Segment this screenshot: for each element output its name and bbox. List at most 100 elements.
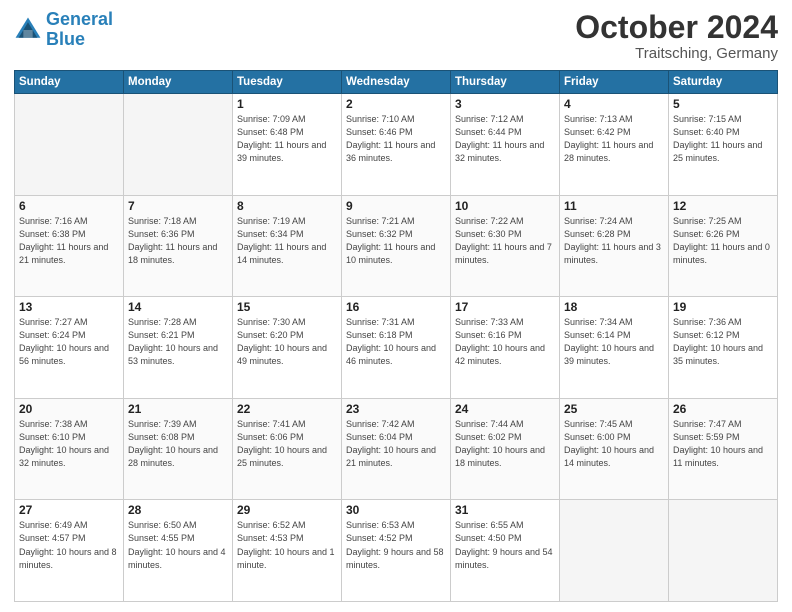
calendar-cell-w1-d4: 2 Sunrise: 7:10 AM Sunset: 6:46 PM Daylig… [342,94,451,196]
logo-blue: Blue [46,29,85,49]
day-info: Sunrise: 7:24 AM Sunset: 6:28 PM Dayligh… [564,215,664,267]
day-info: Sunrise: 7:18 AM Sunset: 6:36 PM Dayligh… [128,215,228,267]
day-info: Sunrise: 7:28 AM Sunset: 6:21 PM Dayligh… [128,316,228,368]
calendar-cell-w1-d5: 3 Sunrise: 7:12 AM Sunset: 6:44 PM Daylig… [451,94,560,196]
calendar-cell-w3-d1: 13 Sunrise: 7:27 AM Sunset: 6:24 PM Dayli… [15,297,124,399]
day-number: 6 [19,199,119,213]
col-friday: Friday [560,71,669,94]
day-info: Sunrise: 6:55 AM Sunset: 4:50 PM Dayligh… [455,519,555,571]
calendar-week-5: 27 Sunrise: 6:49 AM Sunset: 4:57 PM Dayli… [15,500,778,602]
day-info: Sunrise: 6:49 AM Sunset: 4:57 PM Dayligh… [19,519,119,571]
day-number: 23 [346,402,446,416]
day-number: 16 [346,300,446,314]
calendar-table: Sunday Monday Tuesday Wednesday Thursday… [14,70,778,602]
calendar-cell-w5-d7 [669,500,778,602]
day-info: Sunrise: 7:21 AM Sunset: 6:32 PM Dayligh… [346,215,446,267]
day-info: Sunrise: 7:30 AM Sunset: 6:20 PM Dayligh… [237,316,337,368]
day-number: 9 [346,199,446,213]
day-info: Sunrise: 7:12 AM Sunset: 6:44 PM Dayligh… [455,113,555,165]
day-number: 22 [237,402,337,416]
logo-general: General [46,9,113,29]
day-number: 7 [128,199,228,213]
day-info: Sunrise: 6:52 AM Sunset: 4:53 PM Dayligh… [237,519,337,571]
day-number: 28 [128,503,228,517]
calendar-cell-w5-d6 [560,500,669,602]
day-number: 19 [673,300,773,314]
day-info: Sunrise: 7:10 AM Sunset: 6:46 PM Dayligh… [346,113,446,165]
calendar-cell-w4-d4: 23 Sunrise: 7:42 AM Sunset: 6:04 PM Dayli… [342,398,451,500]
day-number: 26 [673,402,773,416]
day-number: 3 [455,97,555,111]
calendar-cell-w4-d2: 21Sunrise: 7:39 AM Sunset: 6:08 PM Dayli… [124,398,233,500]
day-info: Sunrise: 7:45 AM Sunset: 6:00 PM Dayligh… [564,418,664,470]
calendar-cell-w2-d7: 12 Sunrise: 7:25 AM Sunset: 6:26 PM Dayli… [669,195,778,297]
day-number: 5 [673,97,773,111]
day-info: Sunrise: 7:39 AM Sunset: 6:08 PM Dayligh… [128,418,228,470]
calendar-cell-w1-d3: 1 Sunrise: 7:09 AM Sunset: 6:48 PM Daylig… [233,94,342,196]
day-number: 8 [237,199,337,213]
calendar-week-2: 6 Sunrise: 7:16 AM Sunset: 6:38 PM Daylig… [15,195,778,297]
calendar-cell-w3-d3: 15Sunrise: 7:30 AM Sunset: 6:20 PM Dayli… [233,297,342,399]
header: General Blue October 2024 Traitsching, G… [14,10,778,62]
day-info: Sunrise: 7:38 AM Sunset: 6:10 PM Dayligh… [19,418,119,470]
day-number: 12 [673,199,773,213]
day-info: Sunrise: 7:15 AM Sunset: 6:40 PM Dayligh… [673,113,773,165]
day-number: 17 [455,300,555,314]
day-number: 31 [455,503,555,517]
day-info: Sunrise: 7:36 AM Sunset: 6:12 PM Dayligh… [673,316,773,368]
calendar-cell-w3-d7: 19 Sunrise: 7:36 AM Sunset: 6:12 PM Dayli… [669,297,778,399]
calendar-cell-w3-d5: 17 Sunrise: 7:33 AM Sunset: 6:16 PM Dayli… [451,297,560,399]
day-number: 13 [19,300,119,314]
col-monday: Monday [124,71,233,94]
day-info: Sunrise: 7:13 AM Sunset: 6:42 PM Dayligh… [564,113,664,165]
day-number: 14 [128,300,228,314]
col-wednesday: Wednesday [342,71,451,94]
day-number: 29 [237,503,337,517]
page: General Blue October 2024 Traitsching, G… [0,0,792,612]
day-number: 27 [19,503,119,517]
day-info: Sunrise: 7:31 AM Sunset: 6:18 PM Dayligh… [346,316,446,368]
logo-icon [14,16,42,44]
day-info: Sunrise: 7:19 AM Sunset: 6:34 PM Dayligh… [237,215,337,267]
day-info: Sunrise: 7:41 AM Sunset: 6:06 PM Dayligh… [237,418,337,470]
month-title: October 2024 [575,10,778,45]
location-title: Traitsching, Germany [575,45,778,62]
day-number: 2 [346,97,446,111]
calendar-cell-w4-d1: 20Sunrise: 7:38 AM Sunset: 6:10 PM Dayli… [15,398,124,500]
day-info: Sunrise: 7:27 AM Sunset: 6:24 PM Dayligh… [19,316,119,368]
day-number: 24 [455,402,555,416]
day-info: Sunrise: 7:33 AM Sunset: 6:16 PM Dayligh… [455,316,555,368]
calendar-cell-w3-d4: 16 Sunrise: 7:31 AM Sunset: 6:18 PM Dayli… [342,297,451,399]
calendar-cell-w4-d6: 25 Sunrise: 7:45 AM Sunset: 6:00 PM Dayli… [560,398,669,500]
calendar-cell-w3-d6: 18Sunrise: 7:34 AM Sunset: 6:14 PM Dayli… [560,297,669,399]
day-info: Sunrise: 6:53 AM Sunset: 4:52 PM Dayligh… [346,519,446,571]
calendar-cell-w1-d2 [124,94,233,196]
calendar-cell-w5-d4: 30 Sunrise: 6:53 AM Sunset: 4:52 PM Dayli… [342,500,451,602]
day-info: Sunrise: 7:16 AM Sunset: 6:38 PM Dayligh… [19,215,119,267]
day-info: Sunrise: 7:42 AM Sunset: 6:04 PM Dayligh… [346,418,446,470]
calendar-cell-w3-d2: 14 Sunrise: 7:28 AM Sunset: 6:21 PM Dayli… [124,297,233,399]
calendar-cell-w4-d3: 22 Sunrise: 7:41 AM Sunset: 6:06 PM Dayli… [233,398,342,500]
day-number: 1 [237,97,337,111]
calendar-cell-w2-d1: 6 Sunrise: 7:16 AM Sunset: 6:38 PM Daylig… [15,195,124,297]
calendar-header-row: Sunday Monday Tuesday Wednesday Thursday… [15,71,778,94]
day-info: Sunrise: 7:44 AM Sunset: 6:02 PM Dayligh… [455,418,555,470]
col-thursday: Thursday [451,71,560,94]
logo-text: General Blue [46,10,113,50]
day-info: Sunrise: 6:50 AM Sunset: 4:55 PM Dayligh… [128,519,228,571]
calendar-cell-w5-d3: 29 Sunrise: 6:52 AM Sunset: 4:53 PM Dayli… [233,500,342,602]
day-number: 4 [564,97,664,111]
calendar-cell-w5-d1: 27 Sunrise: 6:49 AM Sunset: 4:57 PM Dayli… [15,500,124,602]
calendar-week-1: 1 Sunrise: 7:09 AM Sunset: 6:48 PM Daylig… [15,94,778,196]
calendar-cell-w5-d2: 28 Sunrise: 6:50 AM Sunset: 4:55 PM Dayli… [124,500,233,602]
day-number: 11 [564,199,664,213]
calendar-cell-w4-d7: 26Sunrise: 7:47 AM Sunset: 5:59 PM Dayli… [669,398,778,500]
day-info: Sunrise: 7:09 AM Sunset: 6:48 PM Dayligh… [237,113,337,165]
calendar-cell-w1-d1 [15,94,124,196]
day-number: 25 [564,402,664,416]
day-number: 30 [346,503,446,517]
calendar-cell-w2-d4: 9 Sunrise: 7:21 AM Sunset: 6:32 PM Daylig… [342,195,451,297]
day-info: Sunrise: 7:25 AM Sunset: 6:26 PM Dayligh… [673,215,773,267]
col-tuesday: Tuesday [233,71,342,94]
calendar-cell-w2-d6: 11 Sunrise: 7:24 AM Sunset: 6:28 PM Dayli… [560,195,669,297]
